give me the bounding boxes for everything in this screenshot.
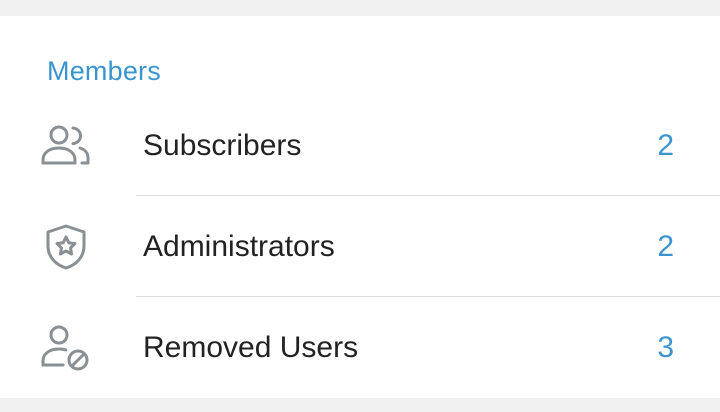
subscribers-count: 2	[657, 129, 674, 162]
removed-users-count: 3	[657, 331, 674, 364]
user-blocked-icon	[40, 324, 92, 372]
users-icon	[40, 122, 92, 170]
removed-users-label: Removed Users	[143, 331, 359, 364]
subscribers-row[interactable]: Subscribers 2	[0, 96, 720, 196]
administrators-label: Administrators	[143, 230, 335, 263]
removed-users-row[interactable]: Removed Users 3	[0, 298, 720, 398]
administrators-count: 2	[657, 230, 674, 263]
subscribers-label: Subscribers	[143, 129, 302, 162]
administrators-row[interactable]: Administrators 2	[0, 197, 720, 297]
section-title: Members	[47, 56, 161, 86]
row-divider	[136, 195, 720, 196]
shield-star-icon	[40, 223, 92, 271]
row-divider	[136, 296, 720, 297]
members-card: Members Subscribers 2 Administrators 2 R…	[0, 16, 720, 398]
